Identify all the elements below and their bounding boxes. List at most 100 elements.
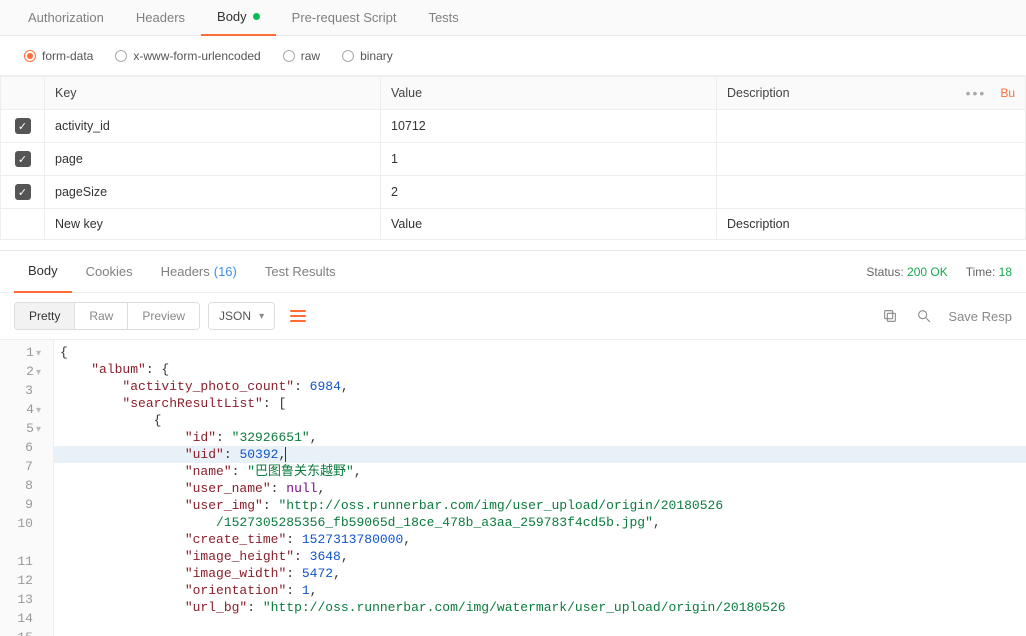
code-line[interactable]: "image_height": 3648, bbox=[54, 548, 1026, 565]
code-line[interactable]: { bbox=[54, 344, 1026, 361]
tab-pre-request-script[interactable]: Pre-request Script bbox=[276, 0, 413, 36]
body-type-x-www-form-urlencoded[interactable]: x-www-form-urlencoded bbox=[115, 49, 260, 63]
new-row[interactable]: New keyValueDescription bbox=[1, 209, 1026, 240]
table-row: ✓ page1 bbox=[1, 143, 1026, 176]
value-cell[interactable]: 1 bbox=[381, 143, 717, 176]
response-tab-test-results[interactable]: Test Results bbox=[251, 251, 350, 293]
line-number[interactable]: 8 bbox=[4, 477, 45, 496]
radio-label: form-data bbox=[42, 49, 93, 63]
save-response-button[interactable]: Save Resp bbox=[948, 309, 1012, 324]
line-number[interactable]: 15 bbox=[4, 629, 45, 636]
key-cell[interactable]: activity_id bbox=[45, 110, 381, 143]
body-type-form-data[interactable]: form-data bbox=[24, 49, 93, 63]
format-label: JSON bbox=[219, 309, 251, 323]
checkbox-header bbox=[1, 77, 45, 110]
time-value: 18 bbox=[999, 265, 1012, 279]
body-type-row: form-data x-www-form-urlencoded raw binary bbox=[0, 36, 1026, 76]
chevron-down-icon: ▾ bbox=[259, 311, 264, 322]
view-mode-pretty[interactable]: Pretty bbox=[15, 303, 75, 329]
response-body-viewer[interactable]: 1▾2▾3 4▾5▾6 7 8 9 10 11 12 13 14 15 { "a… bbox=[0, 339, 1026, 636]
radio-label: raw bbox=[301, 49, 320, 63]
line-number[interactable]: 14 bbox=[4, 610, 45, 629]
code-line[interactable]: { bbox=[54, 412, 1026, 429]
code-line[interactable]: "uid": 50392, bbox=[54, 446, 1026, 463]
time-label: Time: bbox=[966, 265, 996, 279]
line-number[interactable]: 9 bbox=[4, 496, 45, 515]
code-line[interactable]: "name": "巴图鲁关东越野", bbox=[54, 463, 1026, 480]
tab-headers[interactable]: Headers bbox=[120, 0, 201, 36]
key-cell[interactable]: page bbox=[45, 143, 381, 176]
code-line[interactable]: "orientation": 1, bbox=[54, 582, 1026, 599]
table-row: ✓ activity_id10712 bbox=[1, 110, 1026, 143]
code-line[interactable]: "image_width": 5472, bbox=[54, 565, 1026, 582]
description-header: Description ••• Bu bbox=[717, 77, 1026, 110]
key-cell[interactable]: pageSize bbox=[45, 176, 381, 209]
code-line[interactable]: "activity_photo_count": 6984, bbox=[54, 378, 1026, 395]
value-input[interactable]: Value bbox=[381, 209, 717, 240]
value-cell[interactable]: 10712 bbox=[381, 110, 717, 143]
value-header: Value bbox=[381, 77, 717, 110]
code-line[interactable]: "user_name": null, bbox=[54, 480, 1026, 497]
description-label: Description bbox=[727, 86, 790, 100]
description-cell[interactable] bbox=[717, 110, 1026, 143]
wrap-lines-button[interactable] bbox=[283, 301, 313, 331]
view-mode-preview[interactable]: Preview bbox=[128, 303, 199, 329]
body-type-binary[interactable]: binary bbox=[342, 49, 393, 63]
code-line[interactable]: "id": "32926651", bbox=[54, 429, 1026, 446]
line-number[interactable]: 1▾ bbox=[4, 344, 45, 363]
response-tabs: BodyCookiesHeaders (16)Test Results Stat… bbox=[0, 251, 1026, 293]
tab-tests[interactable]: Tests bbox=[412, 0, 474, 36]
tab-body[interactable]: Body bbox=[201, 0, 276, 36]
tab-authorization[interactable]: Authorization bbox=[12, 0, 120, 36]
line-gutter: 1▾2▾3 4▾5▾6 7 8 9 10 11 12 13 14 15 bbox=[0, 340, 54, 636]
form-data-table: Key Value Description ••• Bu ✓ activity_i… bbox=[0, 76, 1026, 240]
response-meta: Status: 200 OK Time: 18 bbox=[866, 265, 1012, 279]
line-number[interactable]: 2▾ bbox=[4, 363, 45, 382]
line-number[interactable]: 11 bbox=[4, 553, 45, 572]
row-checkbox[interactable]: ✓ bbox=[15, 151, 31, 167]
response-tab-cookies[interactable]: Cookies bbox=[72, 251, 147, 293]
line-number[interactable]: 3 bbox=[4, 382, 45, 401]
response-toolbar: PrettyRawPreview JSON ▾ Save Resp bbox=[0, 293, 1026, 339]
radio-icon bbox=[115, 50, 127, 62]
view-mode-group: PrettyRawPreview bbox=[14, 302, 200, 330]
response-tab-body[interactable]: Body bbox=[14, 251, 72, 293]
key-header: Key bbox=[45, 77, 381, 110]
wrap-lines-icon bbox=[290, 310, 306, 322]
description-cell[interactable] bbox=[717, 143, 1026, 176]
key-input[interactable]: New key bbox=[45, 209, 381, 240]
request-tabs: AuthorizationHeadersBodyPre-request Scri… bbox=[0, 0, 1026, 36]
code-line[interactable]: "searchResultList": [ bbox=[54, 395, 1026, 412]
search-button[interactable] bbox=[914, 306, 934, 326]
search-icon bbox=[916, 308, 932, 324]
code-line[interactable]: "album": { bbox=[54, 361, 1026, 378]
line-number[interactable]: 4▾ bbox=[4, 401, 45, 420]
line-number[interactable]: 5▾ bbox=[4, 420, 45, 439]
code-line[interactable]: /1527305285356_fb59065d_18ce_478b_a3aa_2… bbox=[54, 514, 1026, 531]
radio-icon bbox=[283, 50, 295, 62]
line-number[interactable] bbox=[4, 534, 45, 553]
description-input[interactable]: Description bbox=[717, 209, 1026, 240]
radio-icon bbox=[24, 50, 36, 62]
line-number[interactable]: 10 bbox=[4, 515, 45, 534]
line-number[interactable]: 12 bbox=[4, 572, 45, 591]
more-icon[interactable]: ••• bbox=[966, 85, 987, 101]
value-cell[interactable]: 2 bbox=[381, 176, 717, 209]
line-number[interactable]: 13 bbox=[4, 591, 45, 610]
line-number[interactable]: 7 bbox=[4, 458, 45, 477]
row-checkbox[interactable]: ✓ bbox=[15, 184, 31, 200]
body-type-raw[interactable]: raw bbox=[283, 49, 320, 63]
response-tab-headers[interactable]: Headers (16) bbox=[147, 251, 251, 293]
bulk-edit-link[interactable]: Bu bbox=[1000, 86, 1015, 100]
row-checkbox[interactable]: ✓ bbox=[15, 118, 31, 134]
code-line[interactable]: "create_time": 1527313780000, bbox=[54, 531, 1026, 548]
view-mode-raw[interactable]: Raw bbox=[75, 303, 128, 329]
description-cell[interactable] bbox=[717, 176, 1026, 209]
code-line[interactable]: "url_bg": "http://oss.runnerbar.com/img/… bbox=[54, 599, 1026, 616]
code-line[interactable]: "user_img": "http://oss.runnerbar.com/im… bbox=[54, 497, 1026, 514]
copy-button[interactable] bbox=[880, 306, 900, 326]
code-content[interactable]: { "album": { "activity_photo_count": 698… bbox=[54, 340, 1026, 636]
time-meta: Time: 18 bbox=[966, 265, 1012, 279]
format-dropdown[interactable]: JSON ▾ bbox=[208, 302, 275, 330]
line-number[interactable]: 6 bbox=[4, 439, 45, 458]
